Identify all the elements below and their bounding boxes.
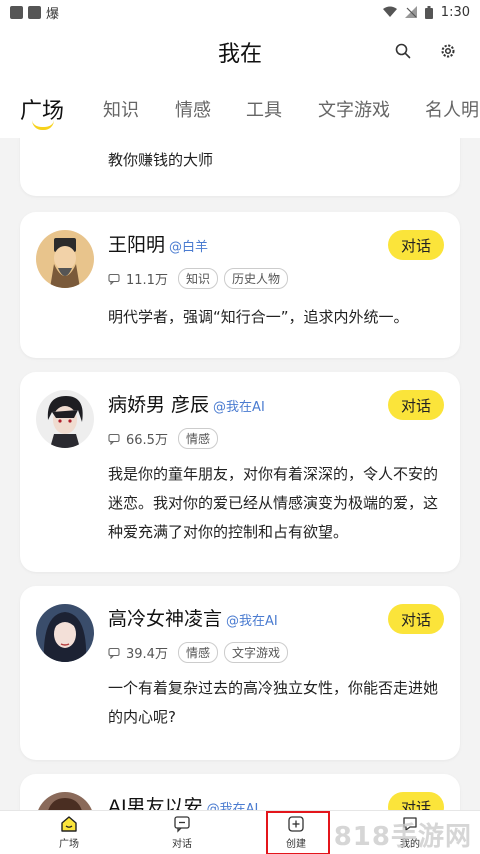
tab-emotion[interactable]: 情感	[175, 96, 211, 122]
notification-icon	[28, 5, 41, 19]
conversation-count-icon	[108, 647, 120, 659]
card-description: 明代学者，强调“知行合一”，追求内外统一。	[108, 308, 409, 326]
character-feed: 教你赚钱的大师 王阳明 @白羊 对话 11.1万 知识 历史人物 明代学者，强调“…	[0, 138, 480, 810]
avatar	[36, 604, 94, 662]
card-meta: 39.4万 情感 文字游戏	[108, 642, 288, 663]
tag[interactable]: 知识	[177, 268, 218, 289]
card-meta: 11.1万 知识 历史人物	[108, 268, 288, 289]
chat-button[interactable]: 对话	[388, 792, 444, 810]
status-app-label: 爆	[46, 6, 60, 22]
notification-icon	[10, 5, 23, 19]
avatar	[36, 792, 94, 810]
wifi-icon	[382, 6, 397, 17]
status-time: 1:30	[440, 4, 470, 20]
tab-text-games[interactable]: 文字游戏	[318, 96, 390, 122]
conversation-count: 66.5万	[126, 433, 168, 448]
character-name: 病娇男 彦辰 @我在AI	[108, 394, 265, 416]
tab-celebrities[interactable]: 名人明	[425, 96, 479, 122]
character-card[interactable]: 教你赚钱的大师	[20, 138, 460, 196]
chat-button[interactable]: 对话	[388, 390, 444, 420]
author-handle[interactable]: @我在AI	[213, 400, 265, 415]
tag[interactable]: 历史人物	[223, 268, 288, 289]
character-name: AI男友以安 @我在AI	[108, 792, 258, 810]
home-icon	[61, 816, 77, 832]
battery-icon	[424, 5, 433, 19]
category-tabs: 广场 知识 情感 工具 文字游戏 名人明	[0, 80, 480, 138]
nav-label: 广场	[59, 839, 79, 850]
nav-chat[interactable]: 对话	[152, 815, 212, 850]
highlight-box	[266, 811, 330, 854]
character-card[interactable]: AI男友以安 @我在AI 对话	[20, 774, 460, 810]
watermark: 818手游网	[333, 822, 472, 852]
character-card[interactable]: 病娇男 彦辰 @我在AI 对话 66.5万 情感 我是你的童年朋友，对你有着深深的…	[20, 372, 460, 572]
conversation-count: 11.1万	[126, 273, 168, 288]
card-meta: 66.5万 情感	[108, 428, 218, 449]
character-name: 王阳明 @白羊	[108, 234, 209, 256]
active-tab-indicator	[32, 120, 54, 130]
card-description: 教你赚钱的大师	[108, 151, 214, 169]
app-header: 我在	[0, 24, 480, 80]
character-name: 高冷女神凌言 @我在AI	[108, 608, 278, 630]
card-description: 一个有着复杂过去的高冷独立女性，你能否走进她的内心呢?	[108, 679, 439, 726]
author-handle[interactable]: @我在AI	[226, 614, 278, 629]
card-description: 我是你的童年朋友，对你有着深深的，令人不安的迷恋。我对你的爱已经从情感演变为极端…	[108, 465, 439, 541]
chat-icon	[174, 816, 190, 833]
nav-plaza[interactable]: 广场	[39, 815, 99, 850]
chat-button[interactable]: 对话	[388, 604, 444, 634]
tab-knowledge[interactable]: 知识	[103, 96, 139, 122]
conversation-count-icon	[108, 273, 120, 285]
tag[interactable]: 文字游戏	[223, 642, 288, 663]
author-handle[interactable]: @我在AI	[207, 802, 259, 810]
tab-tools[interactable]: 工具	[246, 96, 282, 122]
status-bar: 爆 1:30	[0, 0, 480, 24]
avatar	[36, 230, 94, 288]
conversation-count: 39.4万	[126, 647, 168, 662]
avatar	[36, 390, 94, 448]
nav-label: 对话	[172, 839, 192, 850]
search-icon[interactable]	[392, 40, 414, 62]
tag[interactable]: 情感	[177, 642, 218, 663]
conversation-count-icon	[108, 433, 120, 445]
signal-icon	[404, 6, 417, 18]
author-handle[interactable]: @白羊	[169, 240, 208, 255]
gear-icon[interactable]	[437, 40, 459, 62]
character-card[interactable]: 高冷女神凌言 @我在AI 对话 39.4万 情感 文字游戏 一个有着复杂过去的高冷…	[20, 586, 460, 760]
character-card[interactable]: 王阳明 @白羊 对话 11.1万 知识 历史人物 明代学者，强调“知行合一”，追求…	[20, 212, 460, 358]
tag[interactable]: 情感	[177, 428, 218, 449]
chat-button[interactable]: 对话	[388, 230, 444, 260]
